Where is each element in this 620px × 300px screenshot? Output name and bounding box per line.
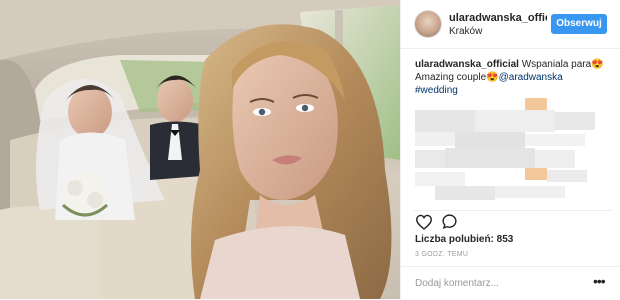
comment-icon[interactable] [441,213,458,230]
header-username[interactable]: ularadwanska_offic [449,12,547,24]
caption-emoji-1: 😍 [591,59,604,70]
caption-hashtag[interactable]: #wedding [415,85,458,96]
caption-text-2: Amazing couple [415,72,487,83]
caption-text-1: Wspaniala para [521,59,592,70]
like-count[interactable]: Liczba polubień: 853 [415,234,513,245]
comment-input[interactable] [415,276,585,290]
post-actions [413,210,613,231]
post-photo[interactable] [0,0,400,299]
post-caption: ularadwanska_official Wspaniala para😍 Am… [415,58,611,97]
comment-bar: ••• [401,266,620,300]
ellipsis-icon[interactable]: ••• [593,273,606,289]
caption-mention[interactable]: @aradwanska [499,72,563,83]
blurred-comments [415,98,609,202]
avatar[interactable] [415,11,441,37]
post-header: ularadwanska_offic Kraków Obserwuj [401,0,620,49]
heart-icon[interactable] [415,214,433,230]
post-side-panel: ularadwanska_offic Kraków Obserwuj ulara… [400,0,620,299]
post-timestamp: 3 GODZ. TEMU [415,251,469,258]
caption-username[interactable]: ularadwanska_official [415,59,519,70]
post-photo-illustration [0,0,400,299]
header-location[interactable]: Kraków [449,26,482,37]
caption-emoji-2: 😍 [486,72,499,83]
follow-button[interactable]: Obserwuj [551,14,607,34]
